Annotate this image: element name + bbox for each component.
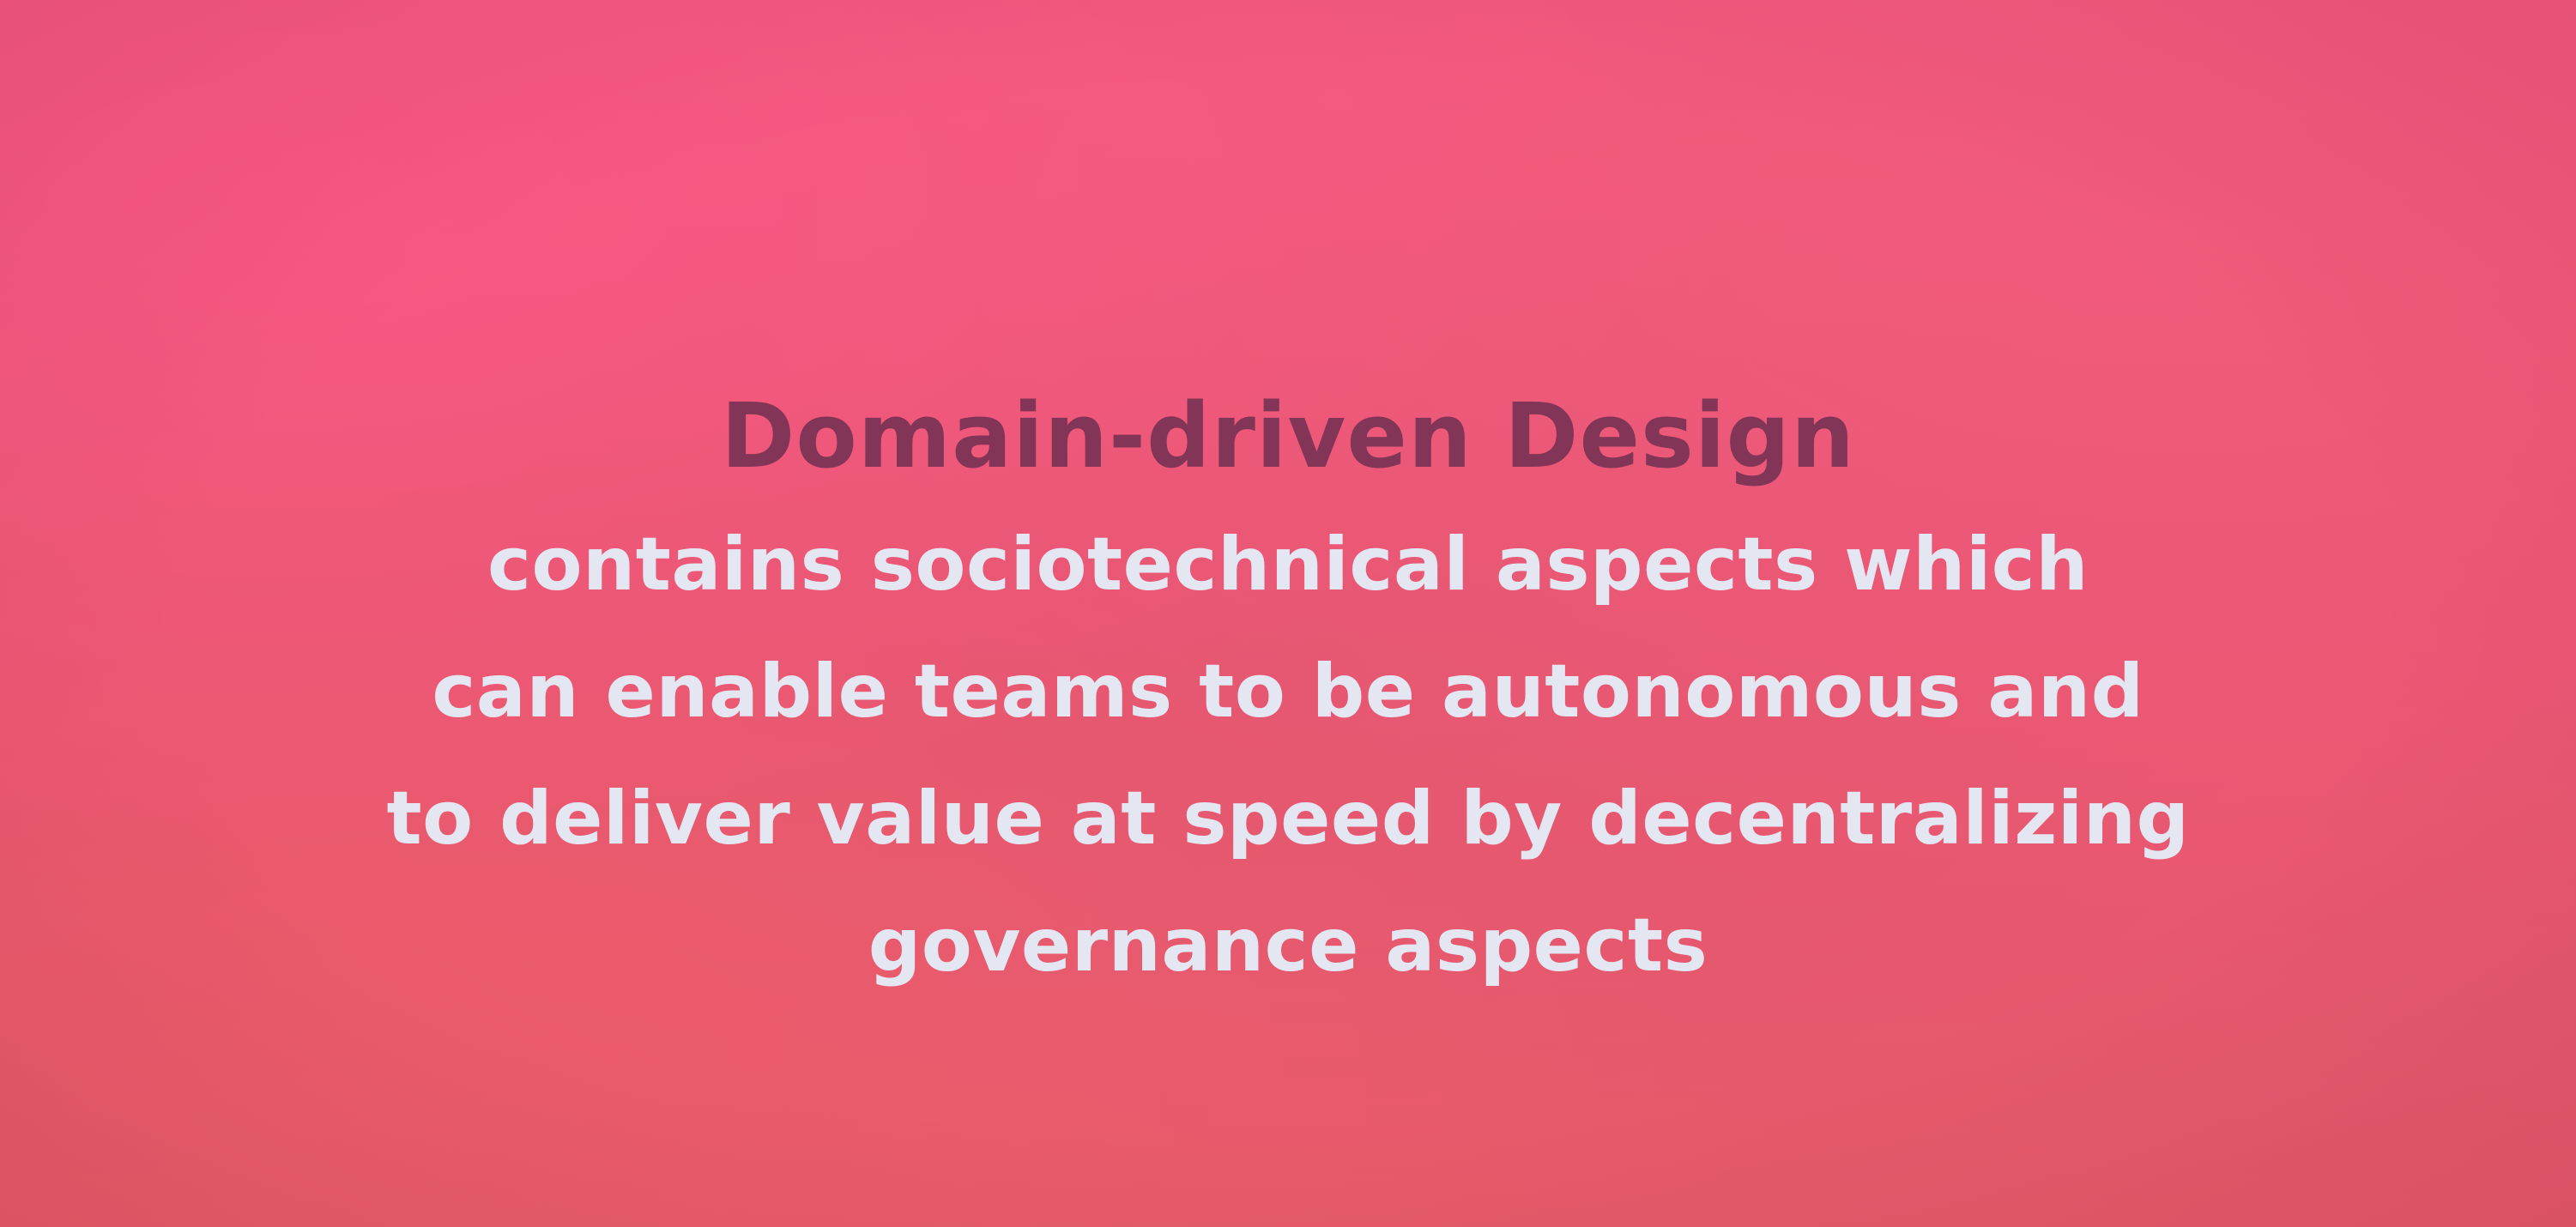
body-line: to deliver value at speed by decentraliz… [386,776,2190,861]
slide-content: Domain-driven Design contains sociotechn… [0,384,2576,1009]
slide-body: contains sociotechnical aspects which ca… [0,501,2576,1009]
slide-title: Domain-driven Design [720,384,1856,488]
body-line: governance aspects [868,903,1708,988]
body-line: contains sociotechnical aspects which [487,522,2089,607]
slide: Domain-driven Design contains sociotechn… [0,0,2576,1227]
body-line: can enable teams to be autonomous and [432,649,2144,734]
